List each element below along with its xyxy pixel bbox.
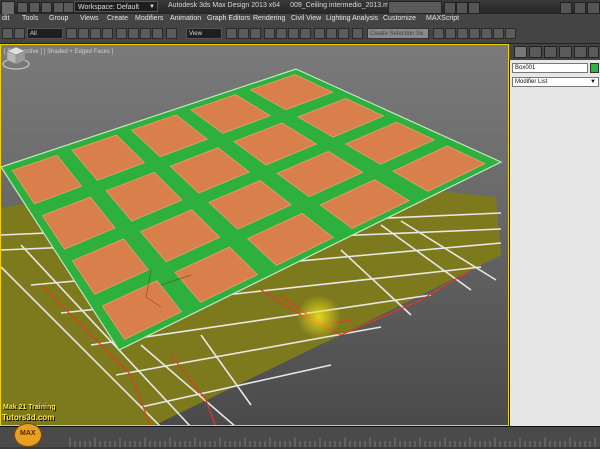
timeline[interactable] [0, 426, 600, 447]
select-by-name-icon[interactable] [78, 28, 89, 39]
undo-icon[interactable] [2, 28, 13, 39]
place-icon[interactable] [152, 28, 163, 39]
hierarchy-tab-icon[interactable] [544, 46, 557, 58]
reference-coordinate-dropdown[interactable]: View [186, 28, 222, 39]
schematic-view-icon[interactable] [457, 28, 468, 39]
percent-snap-icon[interactable] [288, 28, 299, 39]
binoculars-icon[interactable] [444, 2, 456, 14]
menu-rendering[interactable]: Rendering [253, 15, 285, 22]
manipulate-icon[interactable] [238, 28, 249, 39]
help-icon[interactable] [468, 2, 480, 14]
keyboard-shortcut-icon[interactable] [250, 28, 261, 39]
snap-toggle-icon[interactable] [264, 28, 275, 39]
angle-snap-icon[interactable] [276, 28, 287, 39]
menu-animation[interactable]: Animation [170, 15, 201, 22]
link-icon[interactable] [14, 28, 25, 39]
display-tab-icon[interactable] [574, 46, 587, 58]
curve-editor-icon[interactable] [445, 28, 456, 39]
menu-graph-editors[interactable]: Graph Editors [207, 15, 250, 22]
star-icon[interactable] [456, 2, 468, 14]
chevron-down-icon: ▼ [149, 4, 155, 10]
watermark-line1: Mak 21 Training [3, 404, 56, 411]
menu-edit[interactable]: dit [2, 15, 9, 22]
title-bar: Workspace: Default ▼ Autodesk 3ds Max De… [0, 0, 600, 15]
object-name-value: Box001 [515, 65, 536, 71]
command-panel-tabs [510, 44, 600, 60]
main-toolbar: All View Create Selection Se [0, 25, 600, 44]
select-object-icon[interactable] [66, 28, 77, 39]
move-icon[interactable] [116, 28, 127, 39]
motion-tab-icon[interactable] [559, 46, 572, 58]
rendered-frame-icon[interactable] [493, 28, 504, 39]
edit-named-selection-icon[interactable] [314, 28, 325, 39]
render-setup-icon[interactable] [481, 28, 492, 39]
command-panel: Box001 Modifier List ▼ [509, 60, 600, 426]
watermark-badge: MAX [14, 423, 42, 447]
workspace-label: Workspace: Default [78, 4, 139, 11]
watermark-line2: Tutors3d.com [2, 413, 55, 422]
watermark-badge-text: MAX [20, 430, 36, 437]
rotate-icon[interactable] [128, 28, 139, 39]
window-crossing-icon[interactable] [102, 28, 113, 39]
maximize-icon[interactable] [574, 2, 586, 14]
new-file-icon[interactable] [17, 2, 28, 13]
object-color-swatch[interactable] [590, 63, 599, 73]
menu-views[interactable]: Views [80, 15, 99, 22]
create-selection-set-input[interactable]: Create Selection Se [367, 28, 429, 39]
menu-modifiers[interactable]: Modifiers [135, 15, 163, 22]
workspace-dropdown[interactable]: Workspace: Default ▼ [74, 1, 158, 12]
menu-tools[interactable]: Tools [22, 15, 38, 22]
timeline-ruler [0, 427, 600, 447]
region-select-icon[interactable] [90, 28, 101, 39]
viewport-scene: [ Perspective ] [ Shaded + Edged Faces ] [1, 45, 508, 425]
file-name: 009_Ceiling intermedio_2013.max [290, 2, 397, 9]
select-link-icon[interactable] [166, 28, 177, 39]
menu-maxscript[interactable]: MAXScript [426, 15, 459, 22]
selection-filter-value: All [30, 31, 37, 37]
material-editor-icon[interactable] [469, 28, 480, 39]
modify-tab-icon[interactable] [529, 46, 542, 58]
layer-manager-icon[interactable] [352, 28, 363, 39]
close-icon[interactable] [587, 2, 600, 14]
viewcube-icon[interactable] [1, 45, 31, 71]
align-icon[interactable] [338, 28, 349, 39]
mirror-icon[interactable] [326, 28, 337, 39]
graphite-toggle-icon[interactable] [433, 28, 444, 39]
reference-coordinate-value: View [189, 31, 202, 37]
window-title: Autodesk 3ds Max Design 2013 x64 009_Ceil… [168, 2, 396, 9]
search-input[interactable] [388, 1, 442, 14]
utilities-tab-icon[interactable] [588, 46, 599, 58]
render-production-icon[interactable] [505, 28, 516, 39]
scale-icon[interactable] [140, 28, 151, 39]
menu-civil-view[interactable]: Civil View [291, 15, 321, 22]
object-name-field[interactable]: Box001 [512, 63, 588, 73]
minimize-icon[interactable] [560, 2, 572, 14]
selection-set-placeholder: Create Selection Se [370, 31, 424, 37]
create-tab-icon[interactable] [514, 46, 527, 58]
menu-group[interactable]: Group [49, 15, 68, 22]
selection-filter-dropdown[interactable]: All [27, 28, 63, 39]
menu-create[interactable]: Create [107, 15, 128, 22]
watermark-logo: Mak 21 Training Tutors3d.com MAX [0, 404, 56, 447]
perspective-viewport[interactable]: [ Perspective ] [ Shaded + Edged Faces ] [0, 44, 509, 426]
cursor-highlight [297, 295, 341, 339]
modifier-list-label: Modifier List [515, 79, 548, 85]
save-file-icon[interactable] [41, 2, 52, 13]
app-title: Autodesk 3ds Max Design 2013 x64 [168, 2, 281, 9]
spinner-snap-icon[interactable] [300, 28, 311, 39]
app-menu-icon[interactable] [1, 1, 15, 15]
modifier-list-dropdown[interactable]: Modifier List ▼ [512, 77, 599, 87]
open-file-icon[interactable] [29, 2, 40, 13]
chevron-down-icon: ▼ [590, 79, 596, 85]
menu-customize[interactable]: Customize [383, 15, 416, 22]
menu-lighting-analysis[interactable]: Lighting Analysis [326, 15, 378, 22]
pivot-center-icon[interactable] [226, 28, 237, 39]
redo-icon[interactable] [63, 2, 74, 13]
